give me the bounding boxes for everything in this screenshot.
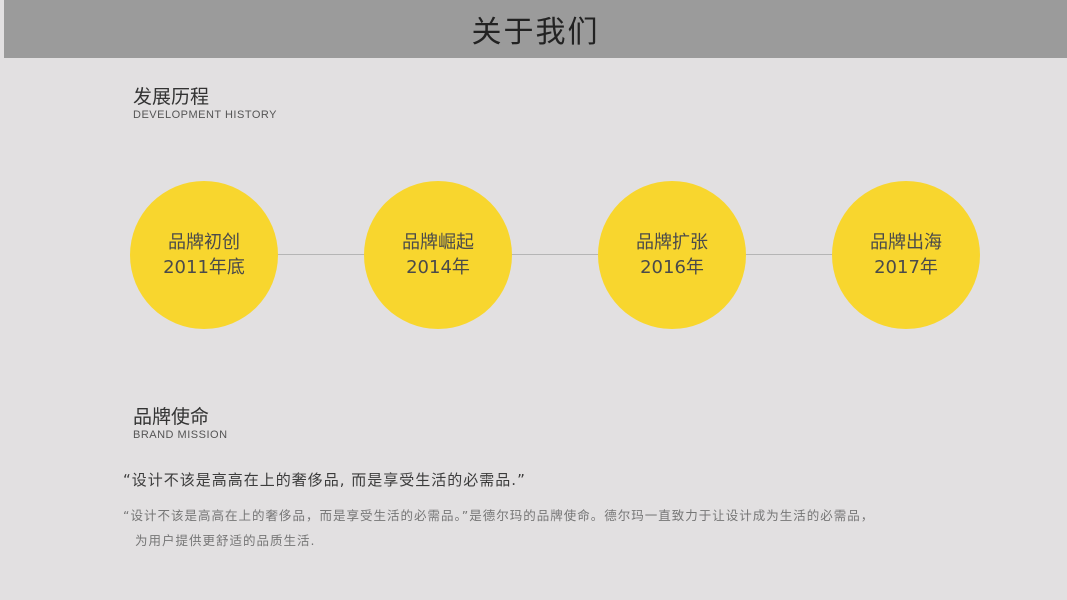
timeline-connector: [204, 254, 906, 255]
page-title: 关于我们: [471, 15, 600, 50]
milestone-title: 品牌初创: [168, 232, 240, 253]
milestone-title: 品牌崛起: [402, 232, 474, 253]
page-header: 关于我们: [4, 0, 1067, 58]
mission-title: 品牌使命: [133, 406, 210, 428]
milestone-date: 2011年底: [163, 257, 245, 278]
mission-description-line-1: “设计不该是高高在上的奢侈品，而是享受生活的必需品。”是德尔玛的品牌使命。德尔玛…: [123, 508, 875, 523]
milestone-date: 2016年: [640, 257, 704, 278]
milestone-2016: 品牌扩张 2016年: [598, 181, 746, 329]
mission-description-line-2: 为用户提供更舒适的品质生活.: [135, 533, 316, 548]
milestone-2011: 品牌初创 2011年底: [130, 181, 278, 329]
history-subtitle: DEVELOPMENT HISTORY: [133, 109, 277, 121]
history-title: 发展历程: [133, 86, 210, 108]
milestone-date: 2014年: [406, 257, 470, 278]
milestone-title: 品牌出海: [870, 232, 942, 253]
milestone-2014: 品牌崛起 2014年: [364, 181, 512, 329]
milestone-title: 品牌扩张: [636, 232, 708, 253]
milestone-date: 2017年: [874, 257, 938, 278]
mission-subtitle: BRAND MISSION: [133, 429, 228, 441]
mission-quote: “设计不该是高高在上的奢侈品, 而是享受生活的必需品.”: [123, 471, 526, 489]
milestone-2017: 品牌出海 2017年: [832, 181, 980, 329]
mission-description: “设计不该是高高在上的奢侈品，而是享受生活的必需品。”是德尔玛的品牌使命。德尔玛…: [123, 503, 973, 553]
